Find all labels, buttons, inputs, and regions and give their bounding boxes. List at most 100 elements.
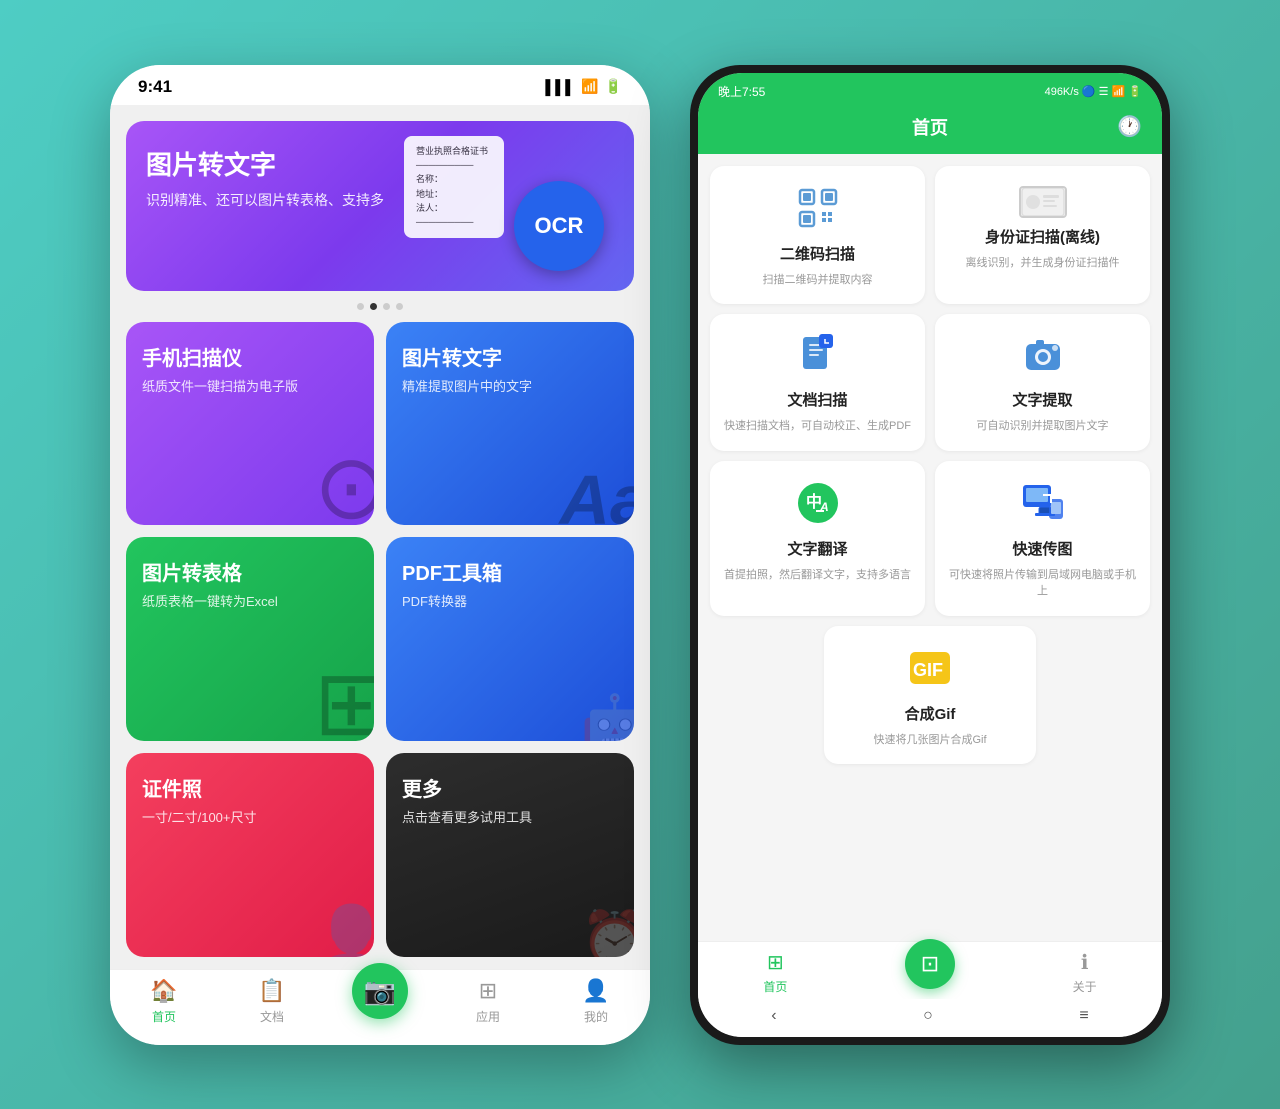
nav-apps-label: 应用	[476, 1008, 500, 1025]
right-main-content: 二维码扫描 扫描二维码并提取内容	[698, 154, 1162, 941]
back-button[interactable]: ‹	[771, 1007, 776, 1025]
id-photo-sub: 一寸/二寸/100+尺寸	[142, 808, 358, 828]
menu-button[interactable]: ≡	[1079, 1007, 1088, 1025]
bnr-about-icon: ℹ	[1081, 950, 1089, 975]
image-to-table-sub: 纸质表格一键转为Excel	[142, 592, 358, 612]
image-to-text-title: 图片转文字	[402, 342, 618, 371]
doc-scan-sub: 快速扫描文档，可自动校正、生成PDF	[724, 418, 911, 435]
pdf-toolbox-title: PDF工具箱	[402, 557, 618, 586]
dot-1	[357, 303, 364, 310]
doc-scan-card[interactable]: 文档扫描 快速扫描文档，可自动校正、生成PDF	[710, 314, 925, 451]
bnr-home-label: 首页	[763, 978, 787, 995]
image-to-text-sub: 精准提取图片中的文字	[402, 377, 618, 397]
id-scan-title: 身份证扫描(离线)	[985, 226, 1100, 247]
feature-grid: 手机扫描仪 纸质文件一键扫描为电子版 ⊙ 图片转文字 精准提取图片中的文字 Aa…	[126, 322, 634, 957]
text-extract-card[interactable]: 文字提取 可自动识别并提取图片文字	[935, 314, 1150, 451]
table-icon: ⊞	[314, 651, 374, 741]
docs-icon: 📋	[258, 978, 285, 1004]
text-extract-title: 文字提取	[1012, 389, 1072, 410]
feature-row-4: GIF 合成Gif 快速将几张图片合成Gif	[710, 626, 1150, 765]
nav-home[interactable]: 🏠 首页	[110, 978, 218, 1025]
gif-icon: GIF	[908, 646, 952, 695]
banner-title: 图片转文字	[146, 145, 614, 182]
nav-camera[interactable]: 📷	[326, 983, 434, 1019]
bnr-home-icon: ⊞	[767, 950, 784, 975]
image-to-table-title: 图片转表格	[142, 557, 358, 586]
ocr-badge: OCR	[514, 181, 604, 271]
bnr-about-label: 关于	[1073, 978, 1097, 995]
feature-row-2: 文档扫描 快速扫描文档，可自动校正、生成PDF 文字提取	[710, 314, 1150, 451]
phone-scanner-icon: ⊙	[314, 435, 374, 525]
more-card[interactable]: 更多 点击查看更多试用工具 ⏰	[386, 753, 634, 957]
fast-transfer-title: 快速传图	[1012, 538, 1072, 559]
right-status-bar: 晚上7:55 496K/s 🔵 ☰ 📶 🔋	[698, 73, 1162, 106]
signal-icon: ▌▌▌	[545, 79, 575, 95]
nav-profile[interactable]: 👤 我的	[542, 978, 650, 1025]
nav-profile-label: 我的	[584, 1008, 608, 1025]
text-icon: Aa	[560, 460, 634, 525]
more-sub: 点击查看更多试用工具	[402, 808, 618, 828]
phone-scanner-card[interactable]: 手机扫描仪 纸质文件一键扫描为电子版 ⊙	[126, 322, 374, 526]
camera-button[interactable]: 📷	[352, 963, 408, 1019]
left-main-content: 图片转文字 识别精准、还可以图片转表格、支持多 营业执照合格证书────────…	[110, 105, 650, 969]
id-card-icon	[1019, 186, 1067, 218]
wifi-icon: 📶	[581, 78, 598, 95]
right-phone: 晚上7:55 496K/s 🔵 ☰ 📶 🔋 首页 🕐	[690, 65, 1170, 1045]
phone-scanner-sub: 纸质文件一键扫描为电子版	[142, 377, 358, 397]
nav-docs[interactable]: 📋 文档	[218, 978, 326, 1025]
qr-scan-card[interactable]: 二维码扫描 扫描二维码并提取内容	[710, 166, 925, 305]
pdf-toolbox-card[interactable]: PDF工具箱 PDF转换器 🤖	[386, 537, 634, 741]
clock-icon[interactable]: 🕐	[1117, 114, 1142, 139]
right-bottom-nav: ⊞ 首页 ⊡ ℹ 关于	[698, 941, 1162, 999]
banner[interactable]: 图片转文字 识别精准、还可以图片转表格、支持多 营业执照合格证书────────…	[126, 121, 634, 291]
banner-doc-preview: 营业执照合格证书─────────名称：地址：法人：─────────	[404, 136, 504, 238]
image-to-table-card[interactable]: 图片转表格 纸质表格一键转为Excel ⊞	[126, 537, 374, 741]
bnr-home[interactable]: ⊞ 首页	[698, 950, 853, 995]
feature-row-3: 中 A 文字翻译 首提拍照，然后翻译文字，支持多语言	[710, 461, 1150, 616]
dot-4	[396, 303, 403, 310]
gif-title: 合成Gif	[905, 703, 956, 724]
fast-transfer-card[interactable]: 快速传图 可快速将照片传输到局域网电脑或手机上	[935, 461, 1150, 616]
phone-scanner-title: 手机扫描仪	[142, 342, 358, 371]
gif-card[interactable]: GIF 合成Gif 快速将几张图片合成Gif	[824, 626, 1035, 765]
left-phone: 9:41 ▌▌▌ 📶 🔋 图片转文字 识别精准、还可以图片转表格、支持多 营业执…	[110, 65, 650, 1045]
left-time: 9:41	[138, 77, 172, 97]
right-info: 496K/s 🔵 ☰ 📶 🔋	[1045, 85, 1142, 98]
bnr-camera[interactable]: ⊡	[853, 955, 1008, 989]
doc-icon	[797, 334, 839, 381]
id-photo-card[interactable]: 证件照 一寸/二寸/100+尺寸 👤	[126, 753, 374, 957]
text-translate-sub: 首提拍照，然后翻译文字，支持多语言	[724, 567, 911, 584]
pdf-toolbox-sub: PDF转换器	[402, 592, 618, 612]
dot-2	[370, 303, 377, 310]
nav-apps[interactable]: ⊞ 应用	[434, 978, 542, 1025]
text-extract-sub: 可自动识别并提取图片文字	[977, 418, 1109, 435]
left-bottom-nav: 🏠 首页 📋 文档 📷 ⊞ 应用 👤 我的	[110, 969, 650, 1045]
qr-icon	[796, 186, 840, 235]
right-time: 晚上7:55	[718, 83, 765, 100]
left-status-icons: ▌▌▌ 📶 🔋	[545, 78, 622, 95]
bnr-about[interactable]: ℹ 关于	[1007, 950, 1162, 995]
home-icon: 🏠	[150, 978, 177, 1004]
more-icon: ⏰	[581, 907, 634, 957]
camera-extract-icon	[1022, 334, 1064, 381]
qr-scan-title: 二维码扫描	[780, 243, 855, 264]
pdf-icon: 🤖	[581, 691, 634, 741]
text-translate-card[interactable]: 中 A 文字翻译 首提拍照，然后翻译文字，支持多语言	[710, 461, 925, 616]
fast-transfer-sub: 可快速将照片传输到局域网电脑或手机上	[949, 567, 1136, 600]
battery-icon: 🔋	[605, 78, 622, 95]
bnr-camera-button[interactable]: ⊡	[905, 939, 955, 989]
bnr-camera-icon: ⊡	[921, 951, 939, 977]
banner-subtitle: 识别精准、还可以图片转表格、支持多	[146, 190, 427, 211]
gif-sub: 快速将几张图片合成Gif	[873, 732, 986, 749]
qr-scan-sub: 扫描二维码并提取内容	[763, 272, 873, 289]
home-button[interactable]: ○	[923, 1007, 933, 1025]
android-nav: ‹ ○ ≡	[698, 999, 1162, 1037]
profile-icon: 👤	[582, 978, 609, 1004]
translate-icon: 中 A	[796, 481, 840, 530]
image-to-text-card[interactable]: 图片转文字 精准提取图片中的文字 Aa	[386, 322, 634, 526]
svg-text:GIF: GIF	[913, 660, 943, 680]
nav-docs-label: 文档	[260, 1008, 284, 1025]
nav-home-label: 首页	[152, 1008, 176, 1025]
id-scan-card[interactable]: 身份证扫描(离线) 离线识别，并生成身份证扫描件	[935, 166, 1150, 305]
id-photo-title: 证件照	[142, 773, 358, 802]
